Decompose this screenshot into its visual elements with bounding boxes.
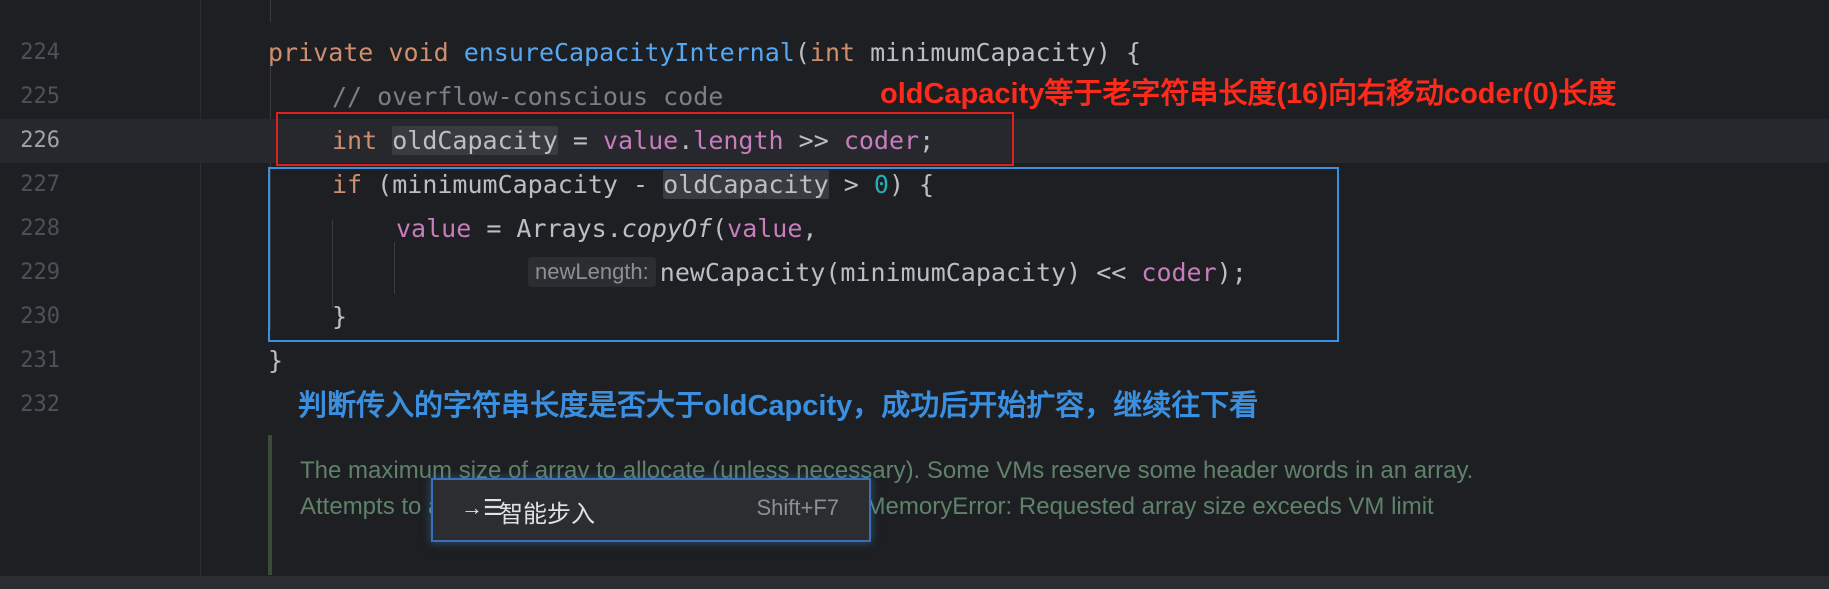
popup-label[interactable]: 智能步入: [499, 494, 595, 529]
line-number: 228: [20, 216, 60, 241]
line-number: 227: [20, 172, 60, 197]
highlight-box-blue: [268, 167, 1339, 342]
smart-step-into-popup[interactable]: →☰ 智能步入 Shift+F7: [431, 478, 871, 542]
popup-shortcut: Shift+F7: [756, 495, 839, 520]
code-line-224[interactable]: 224 private void ensureCapacityInternal(…: [0, 31, 1829, 75]
line-number: 226: [20, 128, 60, 153]
line-number: 231: [20, 348, 60, 373]
line-number: 230: [20, 304, 60, 329]
line-number: 224: [20, 40, 60, 65]
indent-guide: [270, 0, 271, 22]
line-number: 232: [20, 392, 60, 417]
step-into-icon: →☰: [461, 495, 503, 520]
line-number: 225: [20, 84, 60, 109]
horizontal-scrollbar[interactable]: [0, 576, 1829, 589]
highlight-box-red: [276, 112, 1014, 166]
code-text[interactable]: }: [268, 339, 283, 383]
line-number: 229: [20, 260, 60, 285]
method-name: ensureCapacityInternal: [463, 38, 795, 67]
annotation-blue: 判断传入的字符串长度是否大于oldCapcity，成功后开始扩容，继续往下看: [298, 390, 1259, 422]
code-line-231[interactable]: 231 }: [0, 339, 1829, 383]
code-text[interactable]: private void ensureCapacityInternal(int …: [268, 31, 1141, 75]
annotation-red: oldCapacity等于老字符串长度(16)向右移动coder(0)长度: [880, 78, 1617, 110]
